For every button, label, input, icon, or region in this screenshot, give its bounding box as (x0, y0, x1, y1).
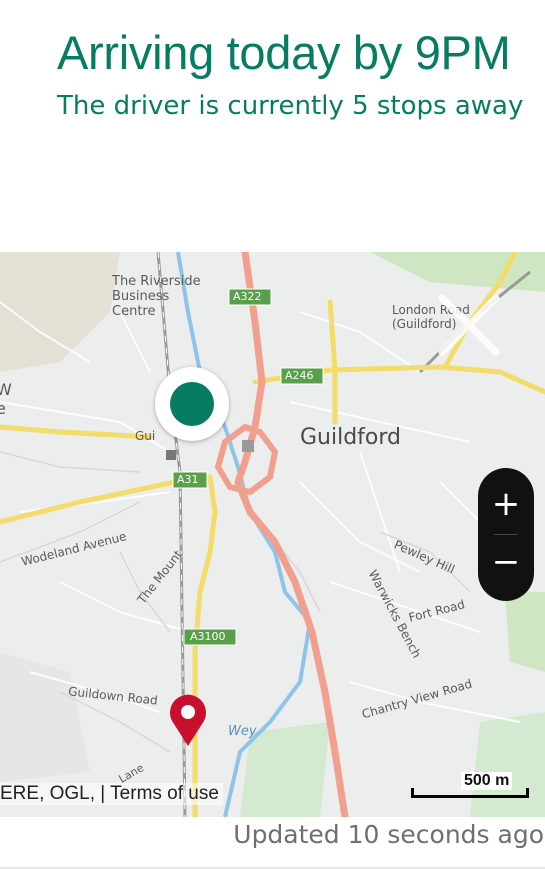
label-guild: Gui (135, 429, 156, 443)
scale-label: 500 m (461, 772, 513, 790)
arrival-title: Arriving today by 9PM (57, 26, 511, 79)
label-left-edge: W e (0, 380, 12, 419)
tracking-map[interactable]: The Riverside Business Centre London Roa… (0, 252, 545, 817)
road-a246: A246 (285, 369, 314, 382)
road-a322: A322 (233, 290, 262, 303)
driver-dot (170, 382, 214, 426)
delivery-header: Arriving today by 9PM The driver is curr… (57, 22, 527, 126)
driver-stops-status: The driver is currently 5 stops away (57, 91, 524, 122)
last-updated-text: Updated 10 seconds ago (233, 820, 544, 849)
zoom-controls: + − (478, 468, 534, 601)
road-a3100: A3100 (190, 630, 226, 643)
close-icon[interactable] (436, 292, 502, 358)
label-town: Guildford (300, 425, 402, 450)
map-pin-icon (170, 694, 206, 746)
road-a31: A31 (177, 473, 199, 486)
map-scale-bar: 500 m (411, 772, 529, 798)
label-wey: Wey (228, 724, 257, 739)
zoom-out-button[interactable]: − (478, 532, 534, 592)
label-business-centre: The Riverside Business Centre (112, 274, 201, 319)
map-attribution[interactable]: ERE, OGL, | Terms of use (0, 783, 223, 805)
driver-location-icon (155, 367, 229, 441)
zoom-in-button[interactable]: + (478, 474, 534, 534)
